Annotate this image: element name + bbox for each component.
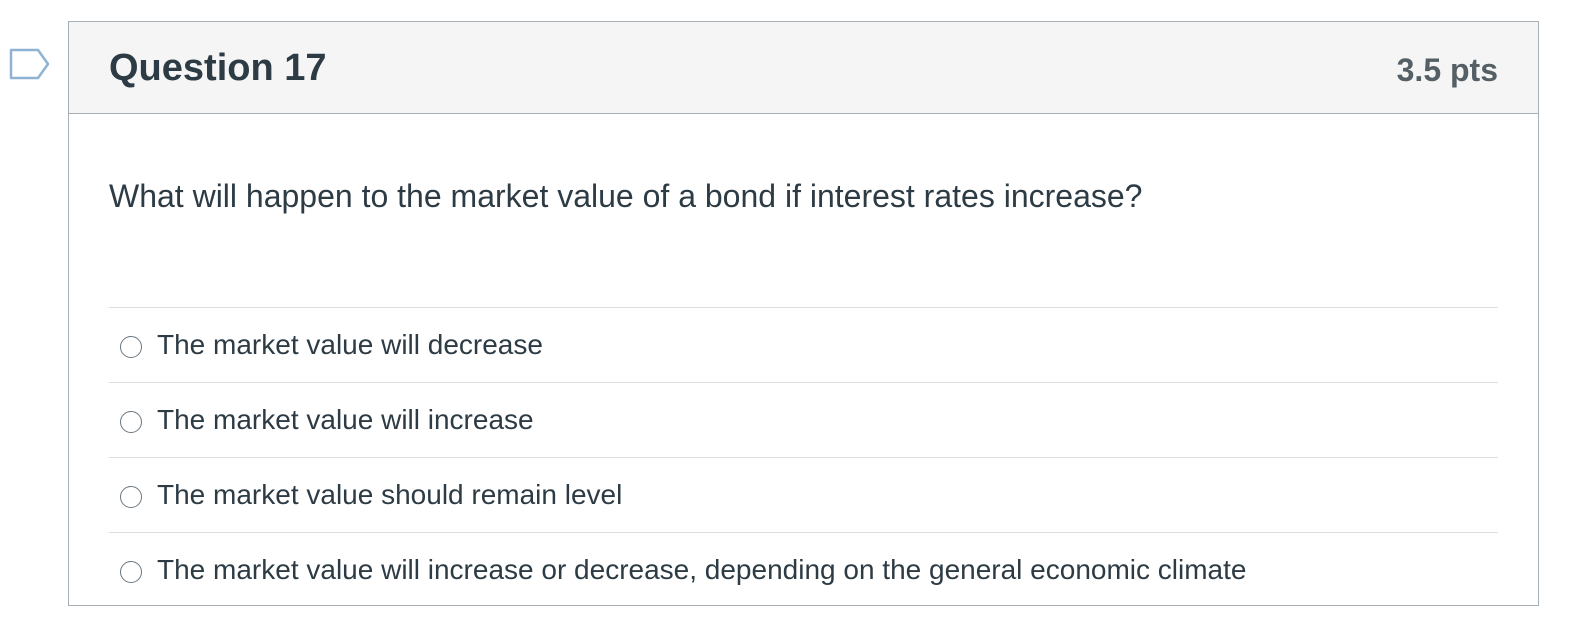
question-body: What will happen to the market value of … (69, 114, 1538, 607)
answer-label: The market value will decrease (157, 329, 543, 360)
radio-unchecked-icon[interactable] (120, 486, 142, 508)
question-points: 3.5 pts (1396, 52, 1498, 88)
radio-unchecked-icon[interactable] (120, 561, 142, 583)
radio-unchecked-icon[interactable] (120, 336, 142, 358)
question-title: Question 17 (109, 47, 327, 89)
flag-question-icon[interactable] (8, 46, 52, 82)
quiz-page: Question 17 3.5 pts What will happen to … (0, 0, 1588, 632)
answer-option[interactable]: The market value will decrease (109, 308, 1498, 383)
answer-label: The market value should remain level (157, 479, 623, 510)
radio-unchecked-icon[interactable] (120, 411, 142, 433)
question-card: Question 17 3.5 pts What will happen to … (68, 21, 1539, 606)
question-header: Question 17 3.5 pts (69, 22, 1538, 114)
answer-list: The market value will decrease The marke… (109, 307, 1498, 607)
answer-label: The market value will increase (157, 404, 534, 435)
answer-option[interactable]: The market value will increase or decrea… (109, 533, 1498, 607)
answer-label: The market value will increase or decrea… (157, 554, 1247, 585)
question-text: What will happen to the market value of … (109, 178, 1143, 214)
answer-option[interactable]: The market value should remain level (109, 458, 1498, 533)
answer-option[interactable]: The market value will increase (109, 383, 1498, 458)
